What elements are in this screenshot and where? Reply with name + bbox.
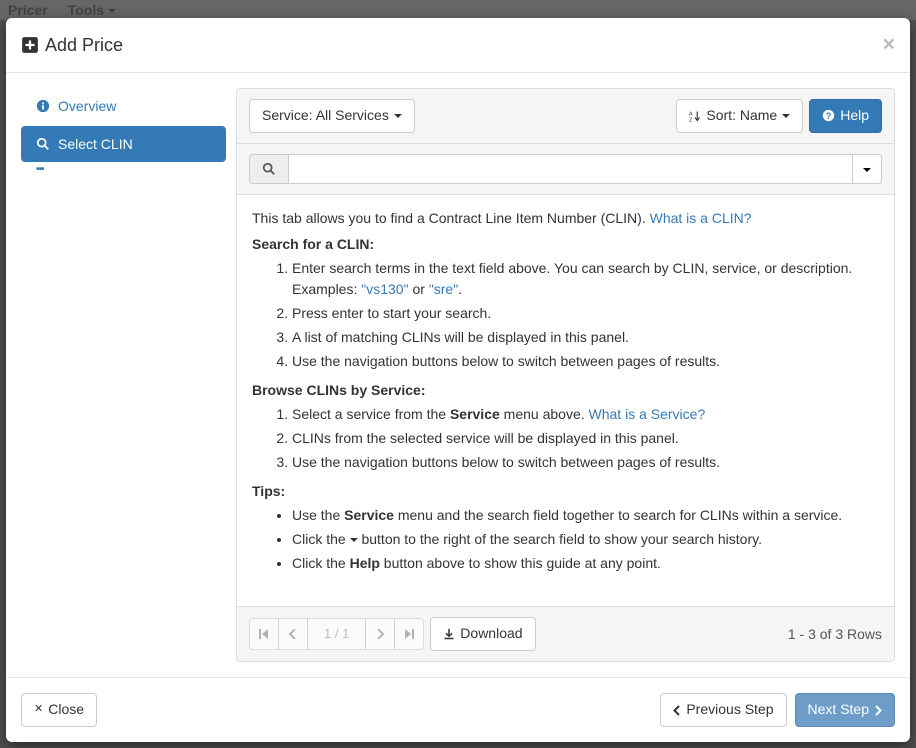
list-item: A list of matching CLINs will be display… (292, 327, 879, 348)
chevron-right-icon (874, 705, 882, 716)
modal-title-text: Add Price (45, 35, 123, 56)
chevron-right-icon (376, 629, 384, 639)
sidebar-item-more[interactable]: ••• (21, 164, 226, 175)
list-item: Use the Service menu and the search fiel… (292, 505, 879, 526)
what-is-service-link[interactable]: What is a Service? (589, 406, 706, 422)
caret-down-icon (863, 168, 871, 172)
step-forward-icon (404, 629, 414, 639)
chevron-left-icon (289, 629, 297, 639)
list-item: CLINs from the selected service will be … (292, 428, 879, 449)
info-circle-icon (36, 99, 50, 113)
service-filter-button[interactable]: Service: All Services (249, 99, 415, 133)
close-x-icon: ✕ (34, 702, 43, 718)
service-filter-label: Service: All Services (262, 106, 389, 126)
pager-prev-button[interactable] (278, 618, 308, 650)
close-label: Close (48, 700, 84, 720)
search-steps-list: Enter search terms in the text field abo… (292, 258, 879, 372)
download-icon (443, 628, 455, 640)
sort-label: Sort: Name (706, 106, 777, 126)
step-backward-icon (259, 629, 269, 639)
pager-last-button[interactable] (394, 618, 424, 650)
sidebar-item-label: Select CLIN (58, 136, 133, 152)
list-item: Click the button to the right of the sea… (292, 529, 879, 550)
sidebar-item-overview[interactable]: Overview (21, 88, 226, 124)
search-history-button[interactable] (853, 154, 882, 184)
chevron-left-icon (673, 705, 681, 716)
clin-panel: Service: All Services AZ Sort: Name ? (236, 88, 895, 662)
sidebar-item-label: Overview (58, 98, 116, 114)
help-button[interactable]: ? Help (809, 99, 882, 133)
browse-heading: Browse CLINs by Service: (252, 382, 879, 398)
rows-indicator: 1 - 3 of 3 Rows (788, 626, 882, 642)
search-input[interactable] (288, 154, 853, 184)
modal-footer: ✕ Close Previous Step Next Step (6, 677, 910, 742)
sort-button[interactable]: AZ Sort: Name (676, 99, 803, 133)
wizard-sidebar: Overview Select CLIN ••• (21, 88, 226, 662)
modal-body: Overview Select CLIN ••• Service: All Se… (6, 73, 910, 677)
close-icon[interactable]: × (883, 33, 895, 57)
sort-alpha-icon: AZ (689, 110, 701, 122)
pager-next-button[interactable] (365, 618, 395, 650)
help-content: This tab allows you to find a Contract L… (237, 195, 894, 606)
list-item: Press enter to start your search. (292, 303, 879, 324)
tips-heading: Tips: (252, 483, 879, 499)
panel-footer: 1 / 1 Download (237, 606, 894, 661)
help-label: Help (840, 106, 869, 126)
list-item: Use the navigation buttons below to swit… (292, 351, 879, 372)
search-bar (237, 144, 894, 195)
example-link-vs130[interactable]: "vs130" (361, 281, 408, 297)
list-item: Select a service from the Service menu a… (292, 404, 879, 425)
next-step-label: Next Step (808, 700, 869, 720)
list-item: Enter search terms in the text field abo… (292, 258, 879, 300)
pager-page-indicator: 1 / 1 (307, 618, 366, 650)
modal-title: Add Price (21, 35, 123, 56)
list-item: Click the Help button above to show this… (292, 553, 879, 574)
modal-header: Add Price × (6, 18, 910, 73)
what-is-clin-link[interactable]: What is a CLIN? (650, 210, 752, 226)
svg-text:Z: Z (689, 117, 693, 122)
caret-down-icon (394, 114, 402, 118)
svg-text:A: A (689, 111, 693, 117)
ellipsis-icon: ••• (36, 164, 44, 175)
intro-paragraph: This tab allows you to find a Contract L… (252, 210, 879, 226)
sidebar-item-select-clin[interactable]: Select CLIN (21, 126, 226, 162)
previous-step-label: Previous Step (686, 700, 773, 720)
next-step-button[interactable]: Next Step (795, 693, 895, 727)
question-circle-icon: ? (822, 109, 835, 122)
example-link-sre[interactable]: "sre" (429, 281, 458, 297)
search-icon (262, 162, 276, 176)
tips-list: Use the Service menu and the search fiel… (292, 505, 879, 574)
pager: 1 / 1 Download (249, 617, 536, 651)
plus-square-icon (21, 36, 39, 54)
search-icon (36, 137, 50, 151)
search-addon (249, 154, 288, 184)
caret-down-icon (782, 114, 790, 118)
add-price-modal: Add Price × Overview Select CLIN ••• (6, 18, 910, 742)
browse-steps-list: Select a service from the Service menu a… (292, 404, 879, 473)
download-button[interactable]: Download (430, 617, 535, 651)
list-item: Use the navigation buttons below to swit… (292, 452, 879, 473)
previous-step-button[interactable]: Previous Step (660, 693, 786, 727)
panel-toolbar: Service: All Services AZ Sort: Name ? (237, 89, 894, 144)
download-label: Download (460, 624, 522, 644)
svg-text:?: ? (826, 111, 831, 121)
close-button[interactable]: ✕ Close (21, 693, 97, 727)
pager-first-button[interactable] (249, 618, 279, 650)
caret-down-icon (350, 538, 358, 542)
search-heading: Search for a CLIN: (252, 236, 879, 252)
